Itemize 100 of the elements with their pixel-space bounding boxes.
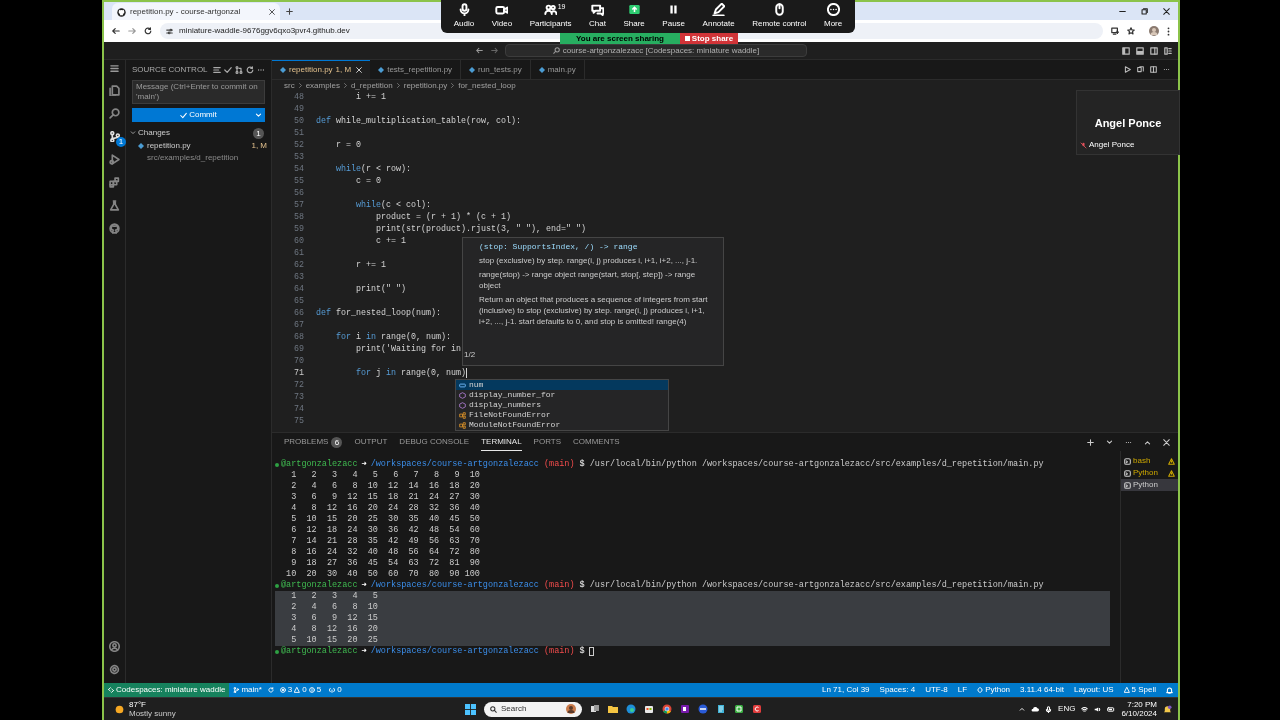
- close-icon[interactable]: [1163, 7, 1170, 15]
- panel-tab[interactable]: DEBUG CONSOLE: [399, 433, 470, 451]
- more-icon[interactable]: [257, 66, 265, 74]
- bell-icon[interactable]: [1166, 686, 1173, 694]
- meeting-control[interactable]: More: [823, 3, 843, 30]
- folder-icon[interactable]: [608, 704, 618, 714]
- breadcrumb-item[interactable]: d_repetition: [350, 79, 393, 92]
- editor-tab[interactable]: repetition.py 1, M: [272, 60, 371, 79]
- back-icon[interactable]: [476, 47, 483, 54]
- more-icon[interactable]: [1163, 66, 1170, 73]
- status-item[interactable]: LF: [952, 684, 973, 696]
- extensions-icon[interactable]: [109, 177, 120, 188]
- suggestion-item[interactable]: ModuleNotFoundError: [456, 420, 668, 430]
- store-icon[interactable]: [644, 704, 654, 714]
- panel-tab[interactable]: PROBLEMS 6: [284, 433, 343, 451]
- browser-icon[interactable]: [626, 704, 636, 714]
- speaker-icon[interactable]: [1094, 705, 1102, 713]
- panel-tab[interactable]: TERMINAL: [481, 433, 522, 451]
- toggle-secondary-sidebar-icon[interactable]: [1150, 46, 1158, 55]
- run-icon[interactable]: [1124, 66, 1131, 73]
- terminal-list-item[interactable]: Python: [1121, 467, 1178, 479]
- maximize-panel-icon[interactable]: [1144, 438, 1151, 446]
- reload-icon[interactable]: [144, 27, 152, 35]
- commit-button[interactable]: Commit: [132, 108, 265, 122]
- avatar-icon[interactable]: [1149, 26, 1159, 36]
- panel-tab[interactable]: COMMENTS: [573, 433, 620, 451]
- close-icon[interactable]: [269, 9, 275, 15]
- status-item[interactable]: 3.11.4 64-bit: [1015, 684, 1069, 696]
- pull-request-icon[interactable]: [235, 66, 243, 74]
- meeting-control[interactable]: Share: [623, 3, 645, 30]
- forward-icon[interactable]: [128, 27, 136, 35]
- clock-date[interactable]: 6/10/2024: [1121, 709, 1157, 718]
- round-app-icon[interactable]: [698, 704, 708, 714]
- command-center[interactable]: course-artgonzalezacc [Codespaces: miniature waddle]: [505, 44, 807, 57]
- section-title[interactable]: Changes: [138, 127, 251, 139]
- suggestion-item[interactable]: FileNotFoundError: [456, 410, 668, 420]
- restore-icon[interactable]: [1141, 7, 1148, 15]
- chevron-down-icon[interactable]: [255, 111, 262, 119]
- sync-icon[interactable]: [267, 687, 274, 693]
- task-view-icon[interactable]: [590, 704, 600, 714]
- changed-file-item[interactable]: repetition.py 1, M src/examples/d_repetition: [126, 139, 271, 165]
- account-icon[interactable]: [109, 641, 120, 652]
- terminal-list-item[interactable]: Python: [1121, 479, 1178, 491]
- commit-message-field[interactable]: Message (Ctrl+Enter to commit on 'main'): [132, 80, 265, 104]
- install-app-icon[interactable]: [1111, 27, 1119, 35]
- panel-tab[interactable]: PORTS: [533, 433, 562, 451]
- source-control-icon[interactable]: [109, 131, 120, 142]
- status-item[interactable]: Layout: US: [1068, 684, 1119, 696]
- menu-icon[interactable]: [1167, 26, 1170, 36]
- refresh-icon[interactable]: [246, 66, 254, 74]
- notepad-icon[interactable]: [716, 704, 726, 714]
- customize-layout-icon[interactable]: [1164, 46, 1172, 55]
- star-icon[interactable]: [1127, 27, 1135, 35]
- forward-icon[interactable]: [491, 47, 498, 54]
- microphone-icon[interactable]: [1045, 705, 1053, 713]
- problems-indicator[interactable]: 3 0 5: [275, 684, 326, 696]
- panel-tab[interactable]: OUTPUT: [354, 433, 388, 451]
- breadcrumb-item[interactable]: repetition.py: [403, 79, 448, 92]
- windows-start-icon[interactable]: [465, 703, 476, 715]
- notification-icon[interactable]: [1163, 704, 1172, 714]
- breadcrumb-item[interactable]: src: [284, 79, 295, 92]
- stop-share-button[interactable]: Stop share: [680, 33, 738, 44]
- square-app-icon[interactable]: [734, 704, 744, 714]
- back-icon[interactable]: [112, 27, 120, 35]
- cloud-icon[interactable]: [1031, 705, 1040, 713]
- toggle-sidebar-icon[interactable]: [1122, 46, 1130, 55]
- chevron-up-icon[interactable]: [1019, 706, 1026, 712]
- meeting-control[interactable]: Remote control: [752, 3, 807, 30]
- meeting-control[interactable]: Audio: [453, 3, 475, 30]
- run-debug-icon[interactable]: [109, 154, 120, 165]
- status-item[interactable]: 5 Spell: [1118, 684, 1161, 696]
- status-item[interactable]: Python: [972, 684, 1016, 696]
- github-icon[interactable]: [109, 223, 120, 234]
- clock-time[interactable]: 7:20 PM: [1127, 700, 1157, 709]
- explorer-icon[interactable]: [109, 85, 120, 96]
- new-tab-icon[interactable]: [286, 7, 293, 15]
- meeting-control[interactable]: Chat: [589, 3, 606, 30]
- search-icon[interactable]: [109, 108, 120, 119]
- status-item[interactable]: UTF-8: [920, 684, 953, 696]
- site-info-icon[interactable]: [166, 27, 173, 35]
- view-as-list-icon[interactable]: [213, 66, 221, 74]
- ports-indicator[interactable]: 0: [325, 684, 346, 696]
- branch-indicator[interactable]: main*: [229, 684, 266, 696]
- chevron-down-icon[interactable]: [1106, 438, 1113, 446]
- meeting-control[interactable]: Annotate: [702, 3, 735, 30]
- suggestion-item[interactable]: display_number_for: [456, 390, 668, 400]
- taskbar-search[interactable]: Search: [484, 701, 582, 717]
- terminal-list-item[interactable]: bash: [1121, 455, 1178, 467]
- commit-check-icon[interactable]: [224, 66, 232, 74]
- toggle-panel-icon[interactable]: [1136, 46, 1144, 55]
- meeting-control[interactable]: Pause: [662, 3, 686, 30]
- breadcrumb-item[interactable]: for_nested_loop: [458, 79, 516, 92]
- notebook-icon[interactable]: [680, 704, 690, 714]
- chrome-icon[interactable]: [662, 704, 672, 714]
- battery-icon[interactable]: [1107, 705, 1116, 713]
- split-editor-icon[interactable]: [1150, 66, 1157, 73]
- meeting-control[interactable]: Video: [491, 3, 513, 30]
- settings-icon[interactable]: [109, 664, 120, 675]
- status-item[interactable]: Spaces: 4: [874, 684, 921, 696]
- flask-icon[interactable]: [109, 200, 120, 211]
